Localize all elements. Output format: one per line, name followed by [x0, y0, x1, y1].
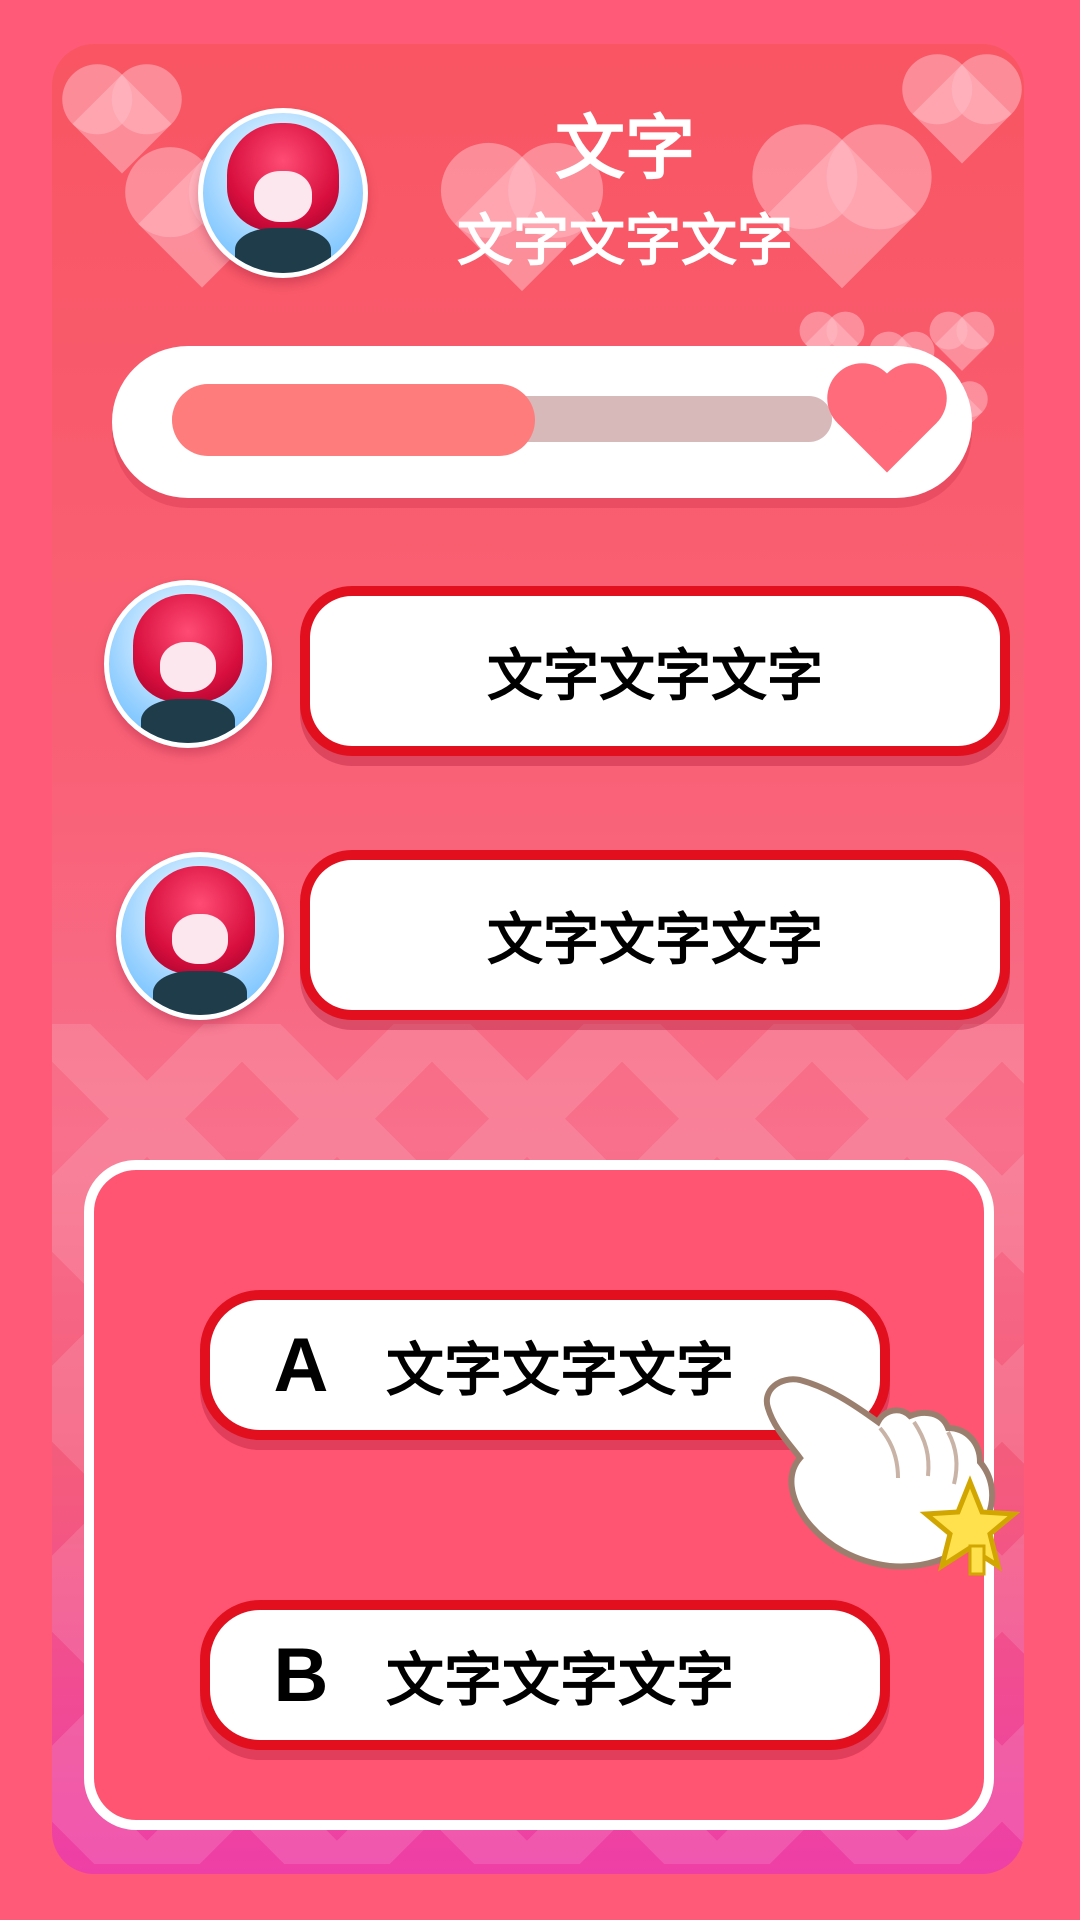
pointing-hand-icon [763, 1376, 1020, 1576]
heart-icon [837, 373, 937, 473]
avatar-face [171, 913, 229, 965]
avatar [104, 580, 272, 748]
avatar-face [159, 641, 217, 693]
option-b-button[interactable]: B 文字文字文字 [200, 1600, 890, 1750]
message-text: 文字文字文字 [487, 907, 823, 973]
progress-bar [112, 346, 972, 498]
avatar [198, 108, 368, 278]
option-text: 文字文字文字 [386, 1648, 735, 1713]
avatar-clothes [152, 970, 248, 1015]
message-text: 文字文字文字 [487, 643, 823, 709]
option-text: 文字文字文字 [386, 1338, 735, 1403]
option-letter: B [273, 1632, 329, 1718]
heart-icon [912, 64, 1012, 164]
avatar [116, 852, 284, 1020]
avatar-clothes [235, 228, 331, 273]
avatar-face [254, 170, 312, 222]
page-subtitle: 文字文字文字 [457, 209, 793, 274]
avatar-clothes [140, 698, 236, 743]
message-bubble: 文字文字文字 [300, 586, 1010, 756]
page-title: 文字 [555, 107, 695, 189]
progress-fill [172, 384, 535, 456]
option-letter: A [273, 1322, 329, 1408]
message-bubble: 文字文字文字 [300, 850, 1010, 1020]
